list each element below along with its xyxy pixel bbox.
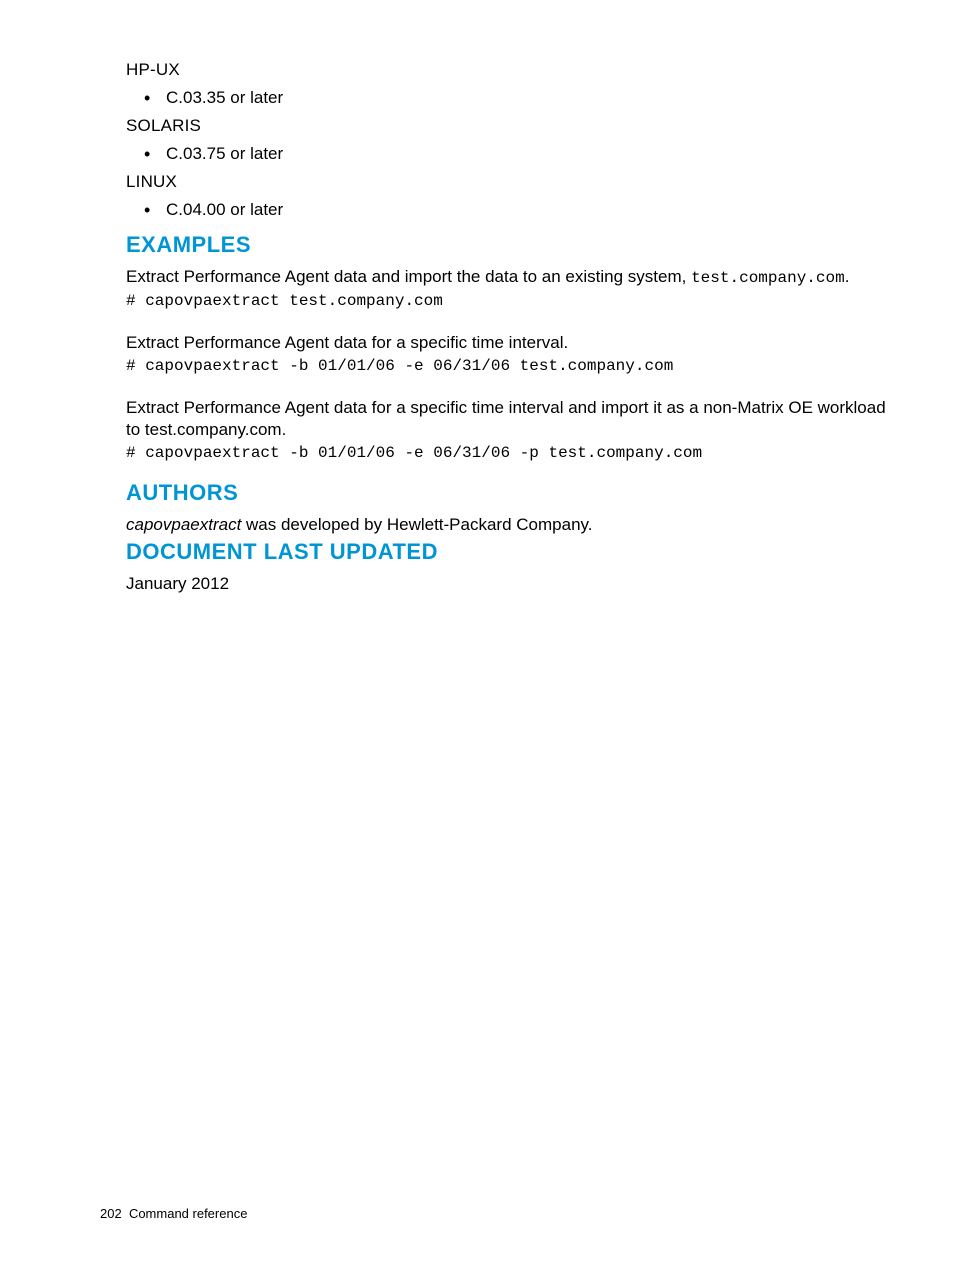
text: Extract Performance Agent data and impor… <box>126 267 691 286</box>
list-item: C.03.35 or later <box>166 84 890 112</box>
os-label-hpux: HP-UX <box>126 60 890 80</box>
os-label-solaris: SOLARIS <box>126 116 890 136</box>
section-updated: DOCUMENT LAST UPDATED <box>126 539 890 565</box>
page-number: 202 <box>100 1206 122 1221</box>
updated-value: January 2012 <box>126 573 890 594</box>
authors-text: capovpaextract was developed by Hewlett-… <box>126 514 890 535</box>
section-authors: AUTHORS <box>126 480 890 506</box>
version-list-hpux: C.03.35 or later <box>126 84 890 112</box>
inline-code: test.company.com <box>691 269 845 287</box>
example-desc-3: Extract Performance Agent data for a spe… <box>126 397 890 440</box>
page-content: HP-UX C.03.35 or later SOLARIS C.03.75 o… <box>0 0 954 594</box>
list-item: C.04.00 or later <box>166 196 890 224</box>
os-label-linux: LINUX <box>126 172 890 192</box>
version-list-linux: C.04.00 or later <box>126 196 890 224</box>
example-desc-2: Extract Performance Agent data for a spe… <box>126 332 890 353</box>
section-examples: EXAMPLES <box>126 232 890 258</box>
example-command-3: # capovpaextract -b 01/01/06 -e 06/31/06… <box>126 444 890 462</box>
list-item: C.03.75 or later <box>166 140 890 168</box>
example-command-2: # capovpaextract -b 01/01/06 -e 06/31/06… <box>126 357 890 375</box>
text: . <box>845 267 850 286</box>
command-name-italic: capovpaextract <box>126 515 241 534</box>
example-command-1: # capovpaextract test.company.com <box>126 292 890 310</box>
footer-title: Command reference <box>129 1206 248 1221</box>
example-desc-1: Extract Performance Agent data and impor… <box>126 266 890 288</box>
version-list-solaris: C.03.75 or later <box>126 140 890 168</box>
text: was developed by Hewlett-Packard Company… <box>241 515 592 534</box>
page-footer: 202 Command reference <box>100 1206 247 1221</box>
